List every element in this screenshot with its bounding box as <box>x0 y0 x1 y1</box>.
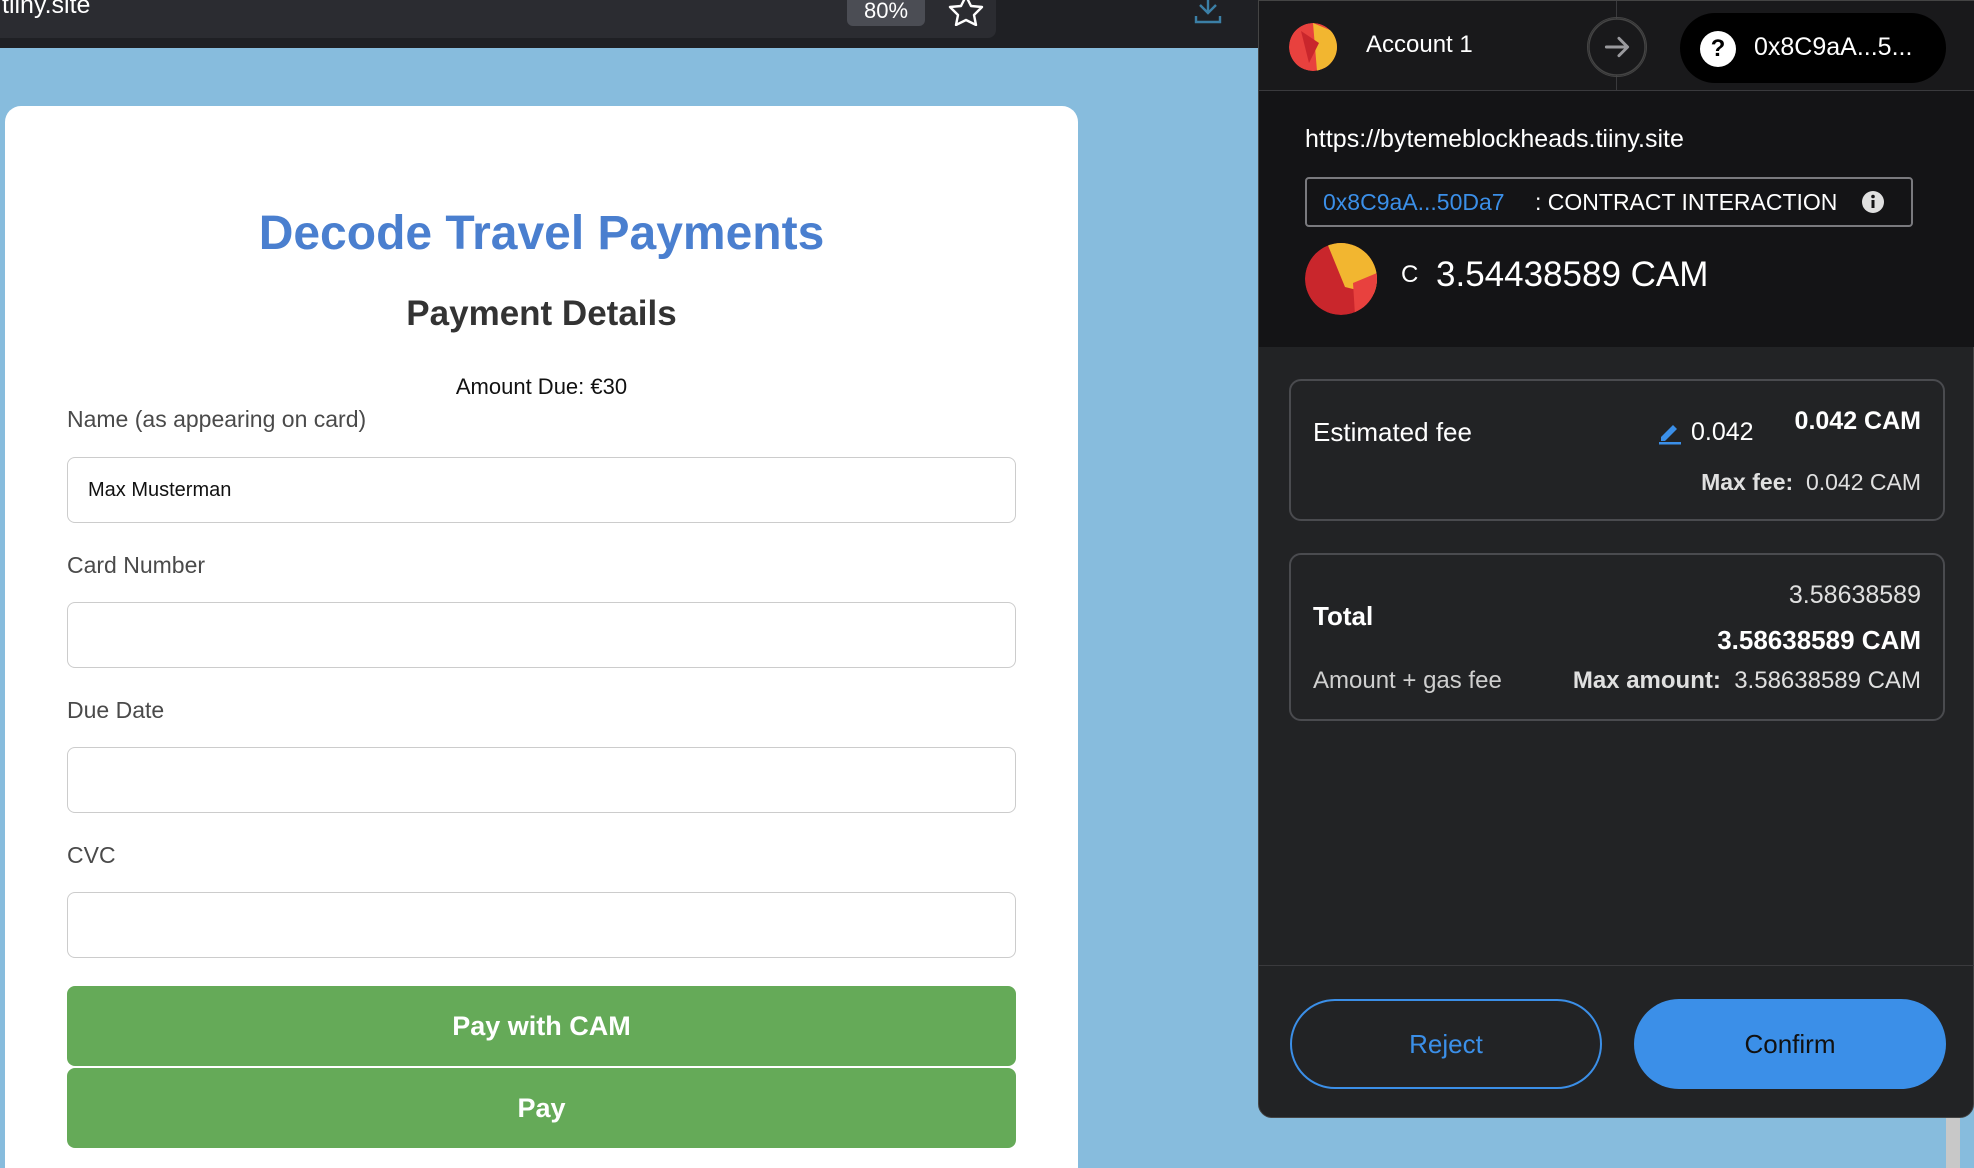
page-title: Decode Travel Payments <box>258 207 825 260</box>
pay-with-cam-button[interactable]: Pay with CAM <box>67 986 1016 1066</box>
confirm-button[interactable]: Confirm <box>1634 999 1946 1089</box>
wallet-popup: Account 1 ? 0x8C9aA...5... https://bytem… <box>1258 0 1974 1118</box>
address-pill[interactable]: ? 0x8C9aA...5... <box>1680 13 1946 83</box>
info-icon[interactable] <box>1861 190 1885 214</box>
estimated-fee-label: Estimated fee <box>1313 417 1472 447</box>
max-amount: Max amount: 3.58638589 CAM <box>1573 667 1921 695</box>
arrow-right-icon[interactable] <box>1587 17 1647 77</box>
section-title: Payment Details <box>406 294 677 333</box>
amount-plus-gas-note: Amount + gas fee <box>1313 667 1502 694</box>
address-bar-url[interactable]: tiiny.site <box>2 0 90 20</box>
footer-divider <box>1259 965 1974 966</box>
estimated-fee-cam: 0.042 CAM <box>1794 407 1921 435</box>
account-avatar[interactable] <box>1289 23 1337 71</box>
request-origin-area: https://bytemeblockheads.tiiny.site 0x8C… <box>1259 91 1974 347</box>
total-value-cam: 3.58638589 CAM <box>1717 625 1921 655</box>
name-input[interactable] <box>67 457 1016 523</box>
total-label: Total <box>1313 601 1374 631</box>
max-fee: Max fee: 0.042 CAM <box>1701 469 1921 496</box>
transaction-amount: 3.54438589 CAM <box>1436 255 1709 294</box>
reject-button[interactable]: Reject <box>1290 999 1602 1089</box>
browser-toolbar: tiiny.site 80% <box>0 0 1258 48</box>
due-date-input[interactable] <box>67 747 1016 813</box>
amount-due: Amount Due: €30 <box>455 374 628 399</box>
due-date-label: Due Date <box>67 697 165 723</box>
total-box: Total 3.58638589 3.58638589 CAM Amount +… <box>1289 553 1945 721</box>
account-name[interactable]: Account 1 <box>1366 31 1473 59</box>
contract-interaction-box: 0x8C9aA...50Da7 : CONTRACT INTERACTION <box>1305 177 1913 227</box>
contract-address-link[interactable]: 0x8C9aA...50Da7 <box>1323 189 1505 216</box>
contract-type: : CONTRACT INTERACTION <box>1535 189 1838 215</box>
card-number-label: Card Number <box>67 552 206 578</box>
name-label: Name (as appearing on card) <box>67 406 367 432</box>
estimated-fee-value: 0.042 <box>1691 418 1754 446</box>
cvc-label: CVC <box>67 842 116 868</box>
total-value: 3.58638589 <box>1788 581 1921 609</box>
pay-button[interactable]: Pay <box>67 1068 1016 1148</box>
estimated-fee-box: Estimated fee 0.042 0.042 CAM Max fee: 0… <box>1289 379 1945 521</box>
cvc-input[interactable] <box>67 892 1016 958</box>
token-avatar <box>1305 243 1377 315</box>
max-amount-value: 3.58638589 CAM <box>1734 667 1921 694</box>
max-fee-value: 0.042 CAM <box>1805 469 1921 495</box>
max-amount-label: Max amount: <box>1572 667 1721 694</box>
payment-card: Decode Travel Payments Payment Details A… <box>5 106 1078 1168</box>
address-pill-text: 0x8C9aA...5... <box>1754 33 1913 61</box>
wallet-header: Account 1 ? 0x8C9aA...5... <box>1259 1 1974 91</box>
scrollbar[interactable] <box>1946 1118 1960 1168</box>
question-icon: ? <box>1700 31 1736 67</box>
max-fee-label: Max fee: <box>1701 469 1794 495</box>
edit-pencil-icon[interactable] <box>1655 417 1683 445</box>
card-number-input[interactable] <box>67 602 1016 668</box>
zoom-level-badge[interactable]: 80% <box>847 0 925 26</box>
currency-glyph: C <box>1401 261 1419 288</box>
download-icon[interactable] <box>1190 0 1226 26</box>
star-icon[interactable] <box>946 0 986 26</box>
address-bar[interactable]: tiiny.site 80% <box>0 0 996 38</box>
origin-url: https://bytemeblockheads.tiiny.site <box>1305 125 1684 153</box>
